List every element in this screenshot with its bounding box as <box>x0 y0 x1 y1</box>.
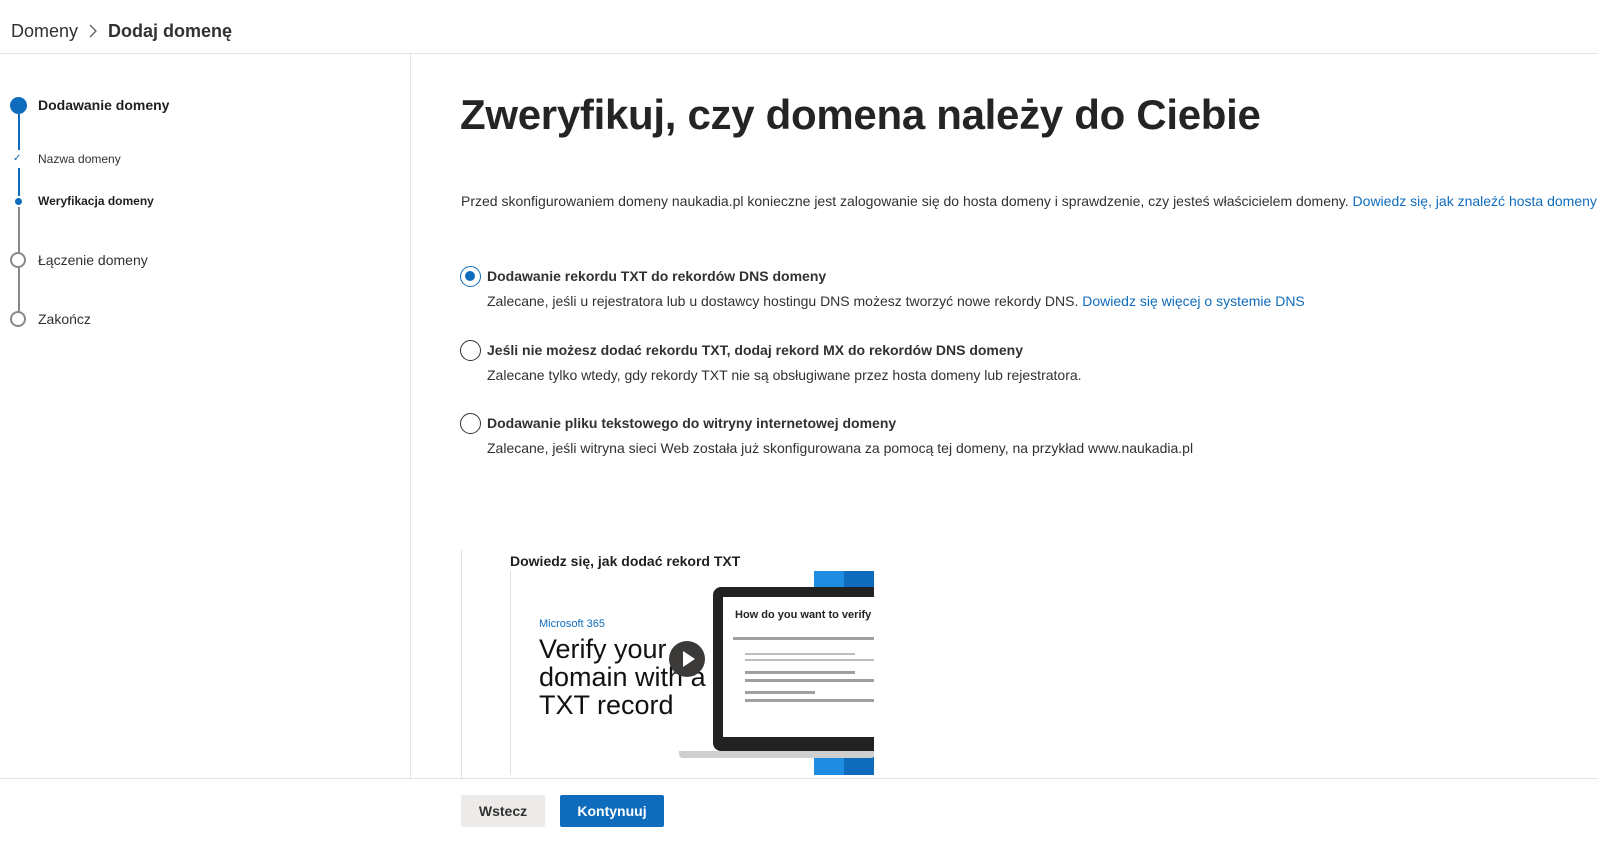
step-connector <box>18 168 20 196</box>
checkmark-icon: ✓ <box>13 153 22 164</box>
step-connect-domain: Łączenie domeny <box>38 252 148 268</box>
option-txt-title[interactable]: Dodawanie rekordu TXT do rekordów DNS do… <box>487 268 826 284</box>
laptop-screen: How do you want to verify <box>723 597 874 737</box>
screen-line <box>745 691 815 694</box>
microsoft-365-logo: Microsoft 365 <box>539 618 606 630</box>
substep-domain-name: Nazwa domeny <box>38 152 121 166</box>
find-host-link[interactable]: Dowiedz się, jak znaleźć hosta domeny <box>1353 193 1597 209</box>
option-mx-title[interactable]: Jeśli nie możesz dodać rekordu TXT, doda… <box>487 342 1023 358</box>
laptop-base <box>679 751 874 758</box>
option-txt-desc: Zalecane, jeśli u rejestratora lub u dos… <box>487 293 1305 309</box>
screen-divider <box>733 637 874 640</box>
breadcrumb-current: Dodaj domenę <box>108 21 233 41</box>
dns-learn-more-link[interactable]: Dowiedz się więcej o systemie DNS <box>1082 293 1305 309</box>
option-mx-desc: Zalecane tylko wtedy, gdy rekordy TXT ni… <box>487 367 1082 383</box>
screen-line <box>745 679 874 682</box>
page-title: Zweryfikuj, czy domena należy do Ciebie <box>460 91 1261 138</box>
radio-txt-record[interactable] <box>460 266 481 287</box>
screen-line <box>745 653 855 655</box>
step-add-domain: Dodawanie domeny <box>38 97 170 113</box>
option-textfile-title[interactable]: Dodawanie pliku tekstowego do witryny in… <box>487 415 896 431</box>
screen-title: How do you want to verify <box>735 609 872 621</box>
option-textfile-desc: Zalecane, jeśli witryna sieci Web został… <box>487 440 1194 456</box>
substep-domain-verification: Weryfikacja domeny <box>38 194 154 208</box>
step-pending-icon <box>10 252 26 268</box>
laptop-illustration: How do you want to verify <box>713 587 874 751</box>
step-navigation: ✓ Dodawanie domeny Nazwa domeny Weryfika… <box>0 54 411 778</box>
intro-text: Przed skonfigurowaniem domeny naukadia.p… <box>461 193 1597 209</box>
chevron-right-icon <box>89 24 97 38</box>
screen-line <box>745 659 874 661</box>
continue-button[interactable]: Kontynuuj <box>560 795 664 827</box>
play-icon[interactable] <box>669 641 705 677</box>
substep-current-icon <box>15 198 22 205</box>
breadcrumb-domains-link[interactable]: Domeny <box>11 21 78 42</box>
intro-description: Przed skonfigurowaniem domeny naukadia.p… <box>461 193 1353 209</box>
breadcrumb: Domeny Dodaj domenę <box>0 0 1598 54</box>
radio-text-file[interactable] <box>460 413 481 434</box>
step-pending-icon <box>10 311 26 327</box>
step-connector <box>18 268 20 311</box>
video-thumbnail[interactable]: Microsoft 365 Verify your domain with a … <box>510 571 874 775</box>
step-finish: Zakończ <box>38 311 91 327</box>
video-title: Dowiedz się, jak dodać rekord TXT <box>510 553 741 569</box>
option-txt-desc-text: Zalecane, jeśli u rejestratora lub u dos… <box>487 293 1083 309</box>
video-tutorial: Dowiedz się, jak dodać rekord TXT Micros… <box>461 550 875 778</box>
radio-mx-record[interactable] <box>460 340 481 361</box>
step-current-icon <box>10 97 27 114</box>
step-connector <box>18 114 20 150</box>
back-button[interactable]: Wstecz <box>461 795 545 827</box>
footer-actions: Wstecz Kontynuuj <box>0 778 1598 846</box>
screen-line <box>745 671 855 674</box>
step-connector <box>18 207 20 252</box>
screen-line <box>745 699 874 702</box>
